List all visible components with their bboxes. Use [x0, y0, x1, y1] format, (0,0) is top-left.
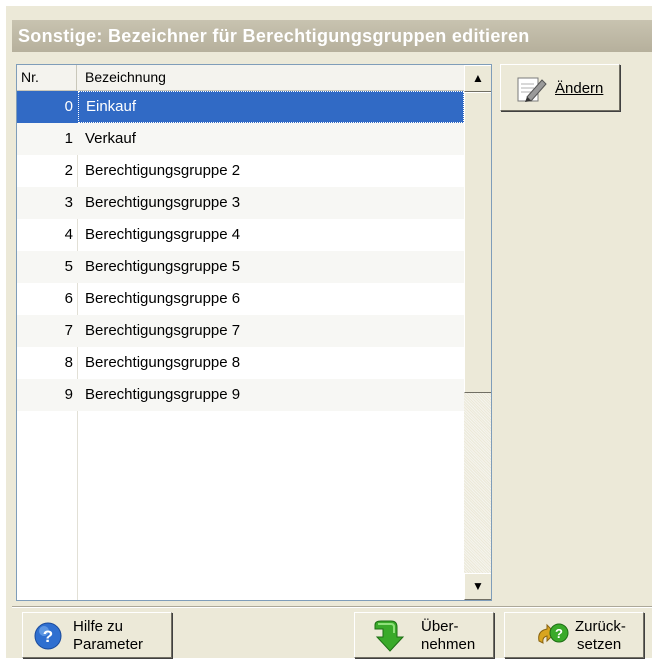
row-label: Berechtigungsgruppe 7	[85, 322, 241, 339]
list-row[interactable]: 7 Berechtigungsgruppe 7	[17, 315, 464, 347]
list-row[interactable]: 3 Berechtigungsgruppe 3	[17, 187, 464, 219]
row-number: 2	[64, 162, 73, 179]
list-row[interactable]: 9 Berechtigungsgruppe 9	[17, 379, 464, 411]
row-label: Verkauf	[85, 130, 136, 147]
list-row[interactable]: 2 Berechtigungsgruppe 2	[17, 155, 464, 187]
svg-text:?: ?	[43, 627, 53, 646]
apply-button[interactable]: Über- nehmen	[354, 612, 494, 658]
scrollbar-thumb[interactable]	[464, 92, 491, 393]
row-number: 9	[64, 386, 73, 403]
row-number: 6	[64, 290, 73, 307]
column-header-bezeichnung[interactable]: Bezeichnung	[78, 65, 464, 90]
row-label: Berechtigungsgruppe 3	[85, 194, 241, 211]
svg-text:?: ?	[555, 626, 563, 641]
list-row[interactable]: 5 Berechtigungsgruppe 5	[17, 251, 464, 283]
list-row[interactable]: 8 Berechtigungsgruppe 8	[17, 347, 464, 379]
green-arrow-down-icon	[371, 619, 405, 657]
help-question-icon: ?	[33, 621, 63, 655]
vertical-scrollbar[interactable]: ▲ ▼	[464, 65, 491, 600]
edit-pencil-icon	[517, 75, 547, 107]
help-button-line2: Parameter	[73, 636, 144, 653]
row-label: Berechtigungsgruppe 6	[85, 290, 241, 307]
row-label: Berechtigungsgruppe 8	[85, 354, 241, 371]
list-row[interactable]: 4 Berechtigungsgruppe 4	[17, 219, 464, 251]
edit-button-label: Ändern	[555, 80, 604, 97]
reset-button-line1: Zurück-	[575, 618, 626, 635]
list-header: Nr. Bezeichnung	[17, 65, 464, 91]
row-number: 7	[64, 322, 73, 339]
edit-button[interactable]: Ändern	[500, 64, 620, 111]
list-row[interactable]: 1 Verkauf	[17, 123, 464, 155]
row-label: Berechtigungsgruppe 4	[85, 226, 241, 243]
permission-groups-list[interactable]: Nr. Bezeichnung 0 Einkauf 1 Verkauf 2 Berecht…	[16, 64, 492, 601]
list-rows: 0 Einkauf 1 Verkauf 2 Berechtigungsgruppe 23B…	[17, 91, 464, 411]
apply-button-line1: Über-	[421, 618, 459, 635]
help-button-line1: Hilfe zu	[73, 618, 124, 635]
reset-button-line2: setzen	[577, 636, 622, 653]
list-row[interactable]: 0 Einkauf	[17, 91, 464, 123]
dialog-panel: Sonstige: Bezeichner für Berechtigungsgr…	[6, 6, 652, 658]
row-number: 1	[64, 130, 73, 147]
arrow-up-icon: ▲	[472, 71, 484, 85]
row-number: 3	[64, 194, 73, 211]
row-number: 5	[64, 258, 73, 275]
row-number: 4	[64, 226, 73, 243]
apply-button-line2: nehmen	[421, 636, 476, 653]
reset-button[interactable]: ? Zurück- setzen	[504, 612, 644, 658]
column-header-nr[interactable]: Nr.	[17, 65, 77, 90]
row-label: Berechtigungsgruppe 5	[85, 258, 241, 275]
reset-question-icon: ?	[535, 621, 569, 657]
scroll-up-button[interactable]: ▲	[464, 65, 491, 92]
button-separator	[12, 606, 652, 608]
dialog-title: Sonstige: Bezeichner für Berechtigungsgr…	[12, 20, 652, 52]
row-label: Berechtigungsgruppe 9	[85, 386, 241, 403]
arrow-down-icon: ▼	[472, 579, 484, 593]
row-number: 8	[64, 354, 73, 371]
list-row[interactable]: 6 Berechtigungsgruppe 6	[17, 283, 464, 315]
help-button[interactable]: ? Hilfe zu Parameter	[22, 612, 172, 658]
row-label: Einkauf	[78, 91, 464, 123]
row-label: Berechtigungsgruppe 2	[85, 162, 241, 179]
row-number: 0	[64, 98, 73, 115]
scroll-down-button[interactable]: ▼	[464, 573, 491, 600]
